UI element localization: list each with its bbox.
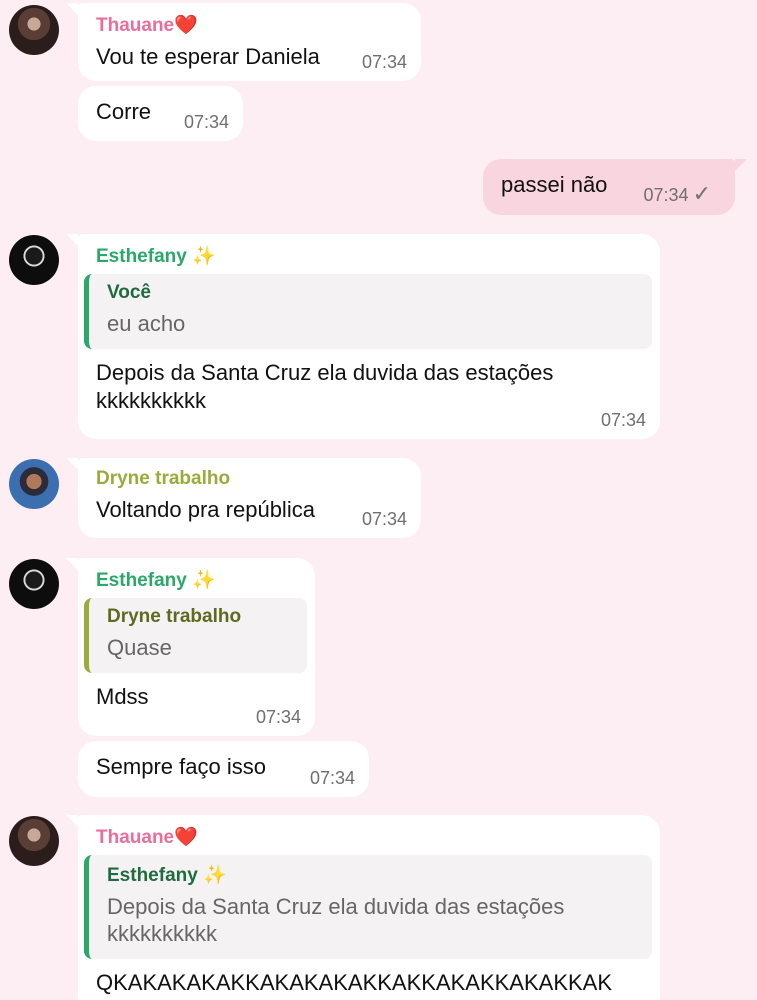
message-bubble[interactable]: Sempre faço isso 07:34 <box>78 741 369 797</box>
message-text: Depois da Santa Cruz ela duvida das esta… <box>96 360 554 385</box>
reply-sender: Esthefany ✨ <box>107 865 227 886</box>
sender-name[interactable]: Esthefany ✨ <box>96 244 642 268</box>
message-time: 07:34 <box>361 509 407 529</box>
reply-quote[interactable]: Você eu acho <box>84 274 652 349</box>
sparkles-icon: ✨ <box>192 246 216 267</box>
message-text-line2: kkkkkkkkkk <box>96 388 206 413</box>
message-time: 07:34 <box>255 707 301 727</box>
reply-text: eu acho <box>107 311 186 336</box>
message-time: 07:34 <box>309 768 355 788</box>
message-text: Voltando pra república <box>96 497 315 522</box>
check-icon: ✓ <box>692 181 711 206</box>
sender-name[interactable]: Dryne trabalho <box>96 468 403 490</box>
message-time: 07:34 <box>361 52 407 72</box>
message-bubble[interactable]: Thauane❤️ Esthefany ✨ Depois da Santa Cr… <box>66 815 660 1000</box>
reply-sender: Dryne trabalho <box>107 606 242 627</box>
message-bubble[interactable]: Esthefany ✨ Você eu acho Depois da Santa… <box>66 234 660 439</box>
avatar-thauane[interactable] <box>9 5 59 55</box>
avatar-thauane[interactable] <box>9 816 59 866</box>
avatar-esthefany[interactable] <box>9 235 59 285</box>
message-time: 07:34 <box>600 410 646 430</box>
outgoing-message-bubble[interactable]: passei não 07:34 ✓ <box>483 159 747 215</box>
sender-name[interactable]: Thauane❤️ <box>96 825 642 849</box>
message-text: QKAKAKAKAKKAKAKAKAKKAKKAKAKKAKAKKAK <box>96 970 613 995</box>
heart-icon: ❤️ <box>174 827 198 848</box>
sender-name[interactable]: Esthefany ✨ <box>96 568 297 592</box>
message-time: 07:34 ✓ <box>643 181 711 206</box>
message-bubble[interactable]: Corre 07:34 <box>78 86 243 141</box>
reply-quote[interactable]: Dryne trabalho Quase <box>84 598 307 673</box>
sender-name[interactable]: Thauane❤️ <box>96 13 403 37</box>
message-bubble[interactable]: Dryne trabalho Voltando pra república 07… <box>66 458 421 538</box>
sparkles-icon: ✨ <box>192 570 216 591</box>
avatar-esthefany[interactable] <box>9 559 59 609</box>
heart-icon: ❤️ <box>174 15 198 36</box>
message-text: Vou te esperar Daniela <box>96 44 320 69</box>
reply-text: Depois da Santa Cruz ela duvida das esta… <box>107 894 565 919</box>
reply-quote[interactable]: Esthefany ✨ Depois da Santa Cruz ela duv… <box>84 855 652 959</box>
message-bubble[interactable]: Esthefany ✨ Dryne trabalho Quase Mdss 07… <box>66 558 315 736</box>
avatar-dryne[interactable] <box>9 459 59 509</box>
reply-text: Quase <box>107 635 172 660</box>
sparkles-icon: ✨ <box>203 865 227 886</box>
message-bubble[interactable]: Thauane❤️ Vou te esperar Daniela 07:34 <box>66 3 421 81</box>
message-time: 07:34 <box>183 112 229 132</box>
reply-text-line2: kkkkkkkkkk <box>107 921 217 946</box>
reply-sender: Você <box>107 282 152 303</box>
